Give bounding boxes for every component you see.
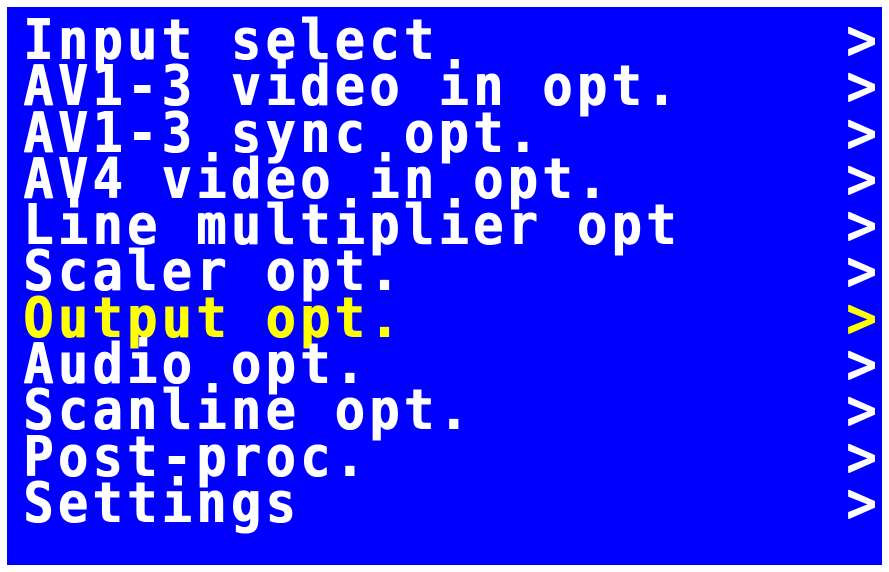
chevron-right-icon: > [846,470,877,536]
osd-main-menu: Input select > AV1-3 video in opt. > AV1… [23,12,877,536]
menu-item-label: Settings [23,470,300,536]
menu-item-settings[interactable]: Settings > [23,470,877,536]
osd-menu-screen: Input select > AV1-3 video in opt. > AV1… [7,7,882,565]
